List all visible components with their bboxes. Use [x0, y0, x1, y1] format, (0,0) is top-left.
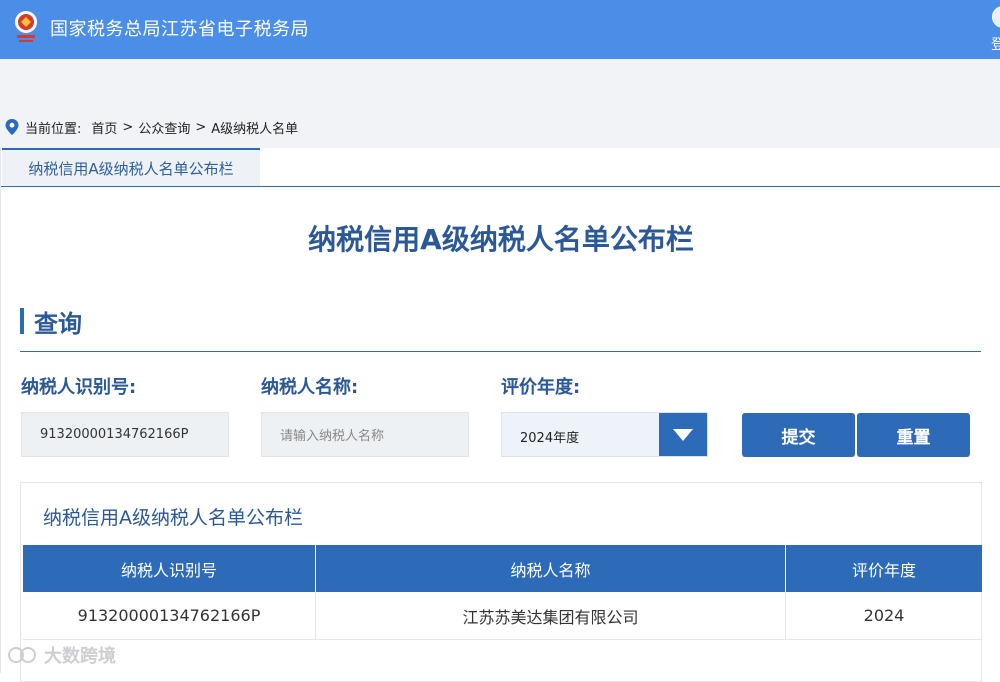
- location-pin-icon: [5, 119, 19, 135]
- login-label: 登: [991, 37, 1000, 53]
- watermark-text: 大数跨境: [44, 646, 116, 667]
- site-title: 国家税务总局江苏省电子税务局: [50, 19, 309, 40]
- breadcrumb: 当前位置: 首页 > 公众查询 > A级纳税人名单: [5, 117, 298, 137]
- column-header-taxpayer-name: 纳税人名称: [316, 545, 786, 592]
- cell-taxpayer-name: 江苏苏美达集团有限公司: [316, 592, 786, 639]
- taxpayer-id-input[interactable]: 91320000134762166P: [21, 412, 229, 457]
- breadcrumb-home[interactable]: 首页: [91, 118, 117, 137]
- reset-button[interactable]: 重置: [857, 413, 970, 457]
- cell-year: 2024: [863, 606, 905, 625]
- chevron-down-icon: [673, 429, 693, 441]
- breadcrumb-public-query[interactable]: 公众查询: [138, 118, 190, 137]
- taxpayer-id-label: 纳税人识别号:: [21, 377, 137, 398]
- watermark-logo-icon: [8, 647, 36, 663]
- login-button[interactable]: 登: [986, 4, 1000, 53]
- taxpayer-name-label: 纳税人名称:: [261, 377, 359, 398]
- top-header: 国家税务总局江苏省电子税务局 登: [0, 0, 1000, 59]
- tab-a-level-list[interactable]: 纳税信用A级纳税人名单公布栏: [2, 148, 260, 186]
- results-panel-title: 纳税信用A级纳税人名单公布栏: [43, 507, 303, 529]
- results-panel: 纳税信用A级纳税人名单公布栏 纳税人识别号 纳税人名称 评价年度 9132000…: [20, 482, 982, 682]
- breadcrumb-separator: >: [122, 119, 134, 135]
- table-row: 91320000134762166P 江苏苏美达集团有限公司 2024: [23, 592, 982, 640]
- watermark: 大数跨境: [8, 642, 116, 668]
- user-avatar-icon: [992, 6, 1000, 28]
- section-accent-bar: [20, 308, 24, 334]
- query-section-title: 查询: [34, 309, 82, 338]
- table-header: 纳税人识别号 纳税人名称 评价年度: [23, 545, 982, 592]
- cell-taxpayer-id: 91320000134762166P: [23, 592, 316, 639]
- column-header-year: 评价年度: [851, 560, 916, 580]
- breadcrumb-label: 当前位置:: [25, 121, 82, 137]
- content-panel: 纳税信用A级纳税人名单公布栏 纳税信用A级纳税人名单公布栏 查询 纳税人识别号:…: [0, 148, 1000, 682]
- tax-emblem-icon: [15, 11, 37, 42]
- year-select-value: 2024年度: [520, 431, 580, 446]
- column-header-taxpayer-id: 纳税人识别号: [23, 545, 316, 592]
- breadcrumb-current: A级纳税人名单: [211, 121, 299, 137]
- year-label: 评价年度:: [501, 377, 581, 398]
- submit-button[interactable]: 提交: [742, 413, 855, 457]
- section-divider: [20, 351, 981, 352]
- year-select[interactable]: 2024年度: [501, 412, 708, 457]
- taxpayer-name-input[interactable]: 请输入纳税人名称: [261, 412, 469, 457]
- dropdown-toggle[interactable]: [659, 413, 707, 456]
- page-title: 纳税信用A级纳税人名单公布栏: [308, 223, 694, 256]
- tab-bar: 纳税信用A级纳税人名单公布栏: [1, 148, 1000, 187]
- query-section-header: 查询: [20, 306, 82, 338]
- breadcrumb-separator: >: [195, 119, 207, 135]
